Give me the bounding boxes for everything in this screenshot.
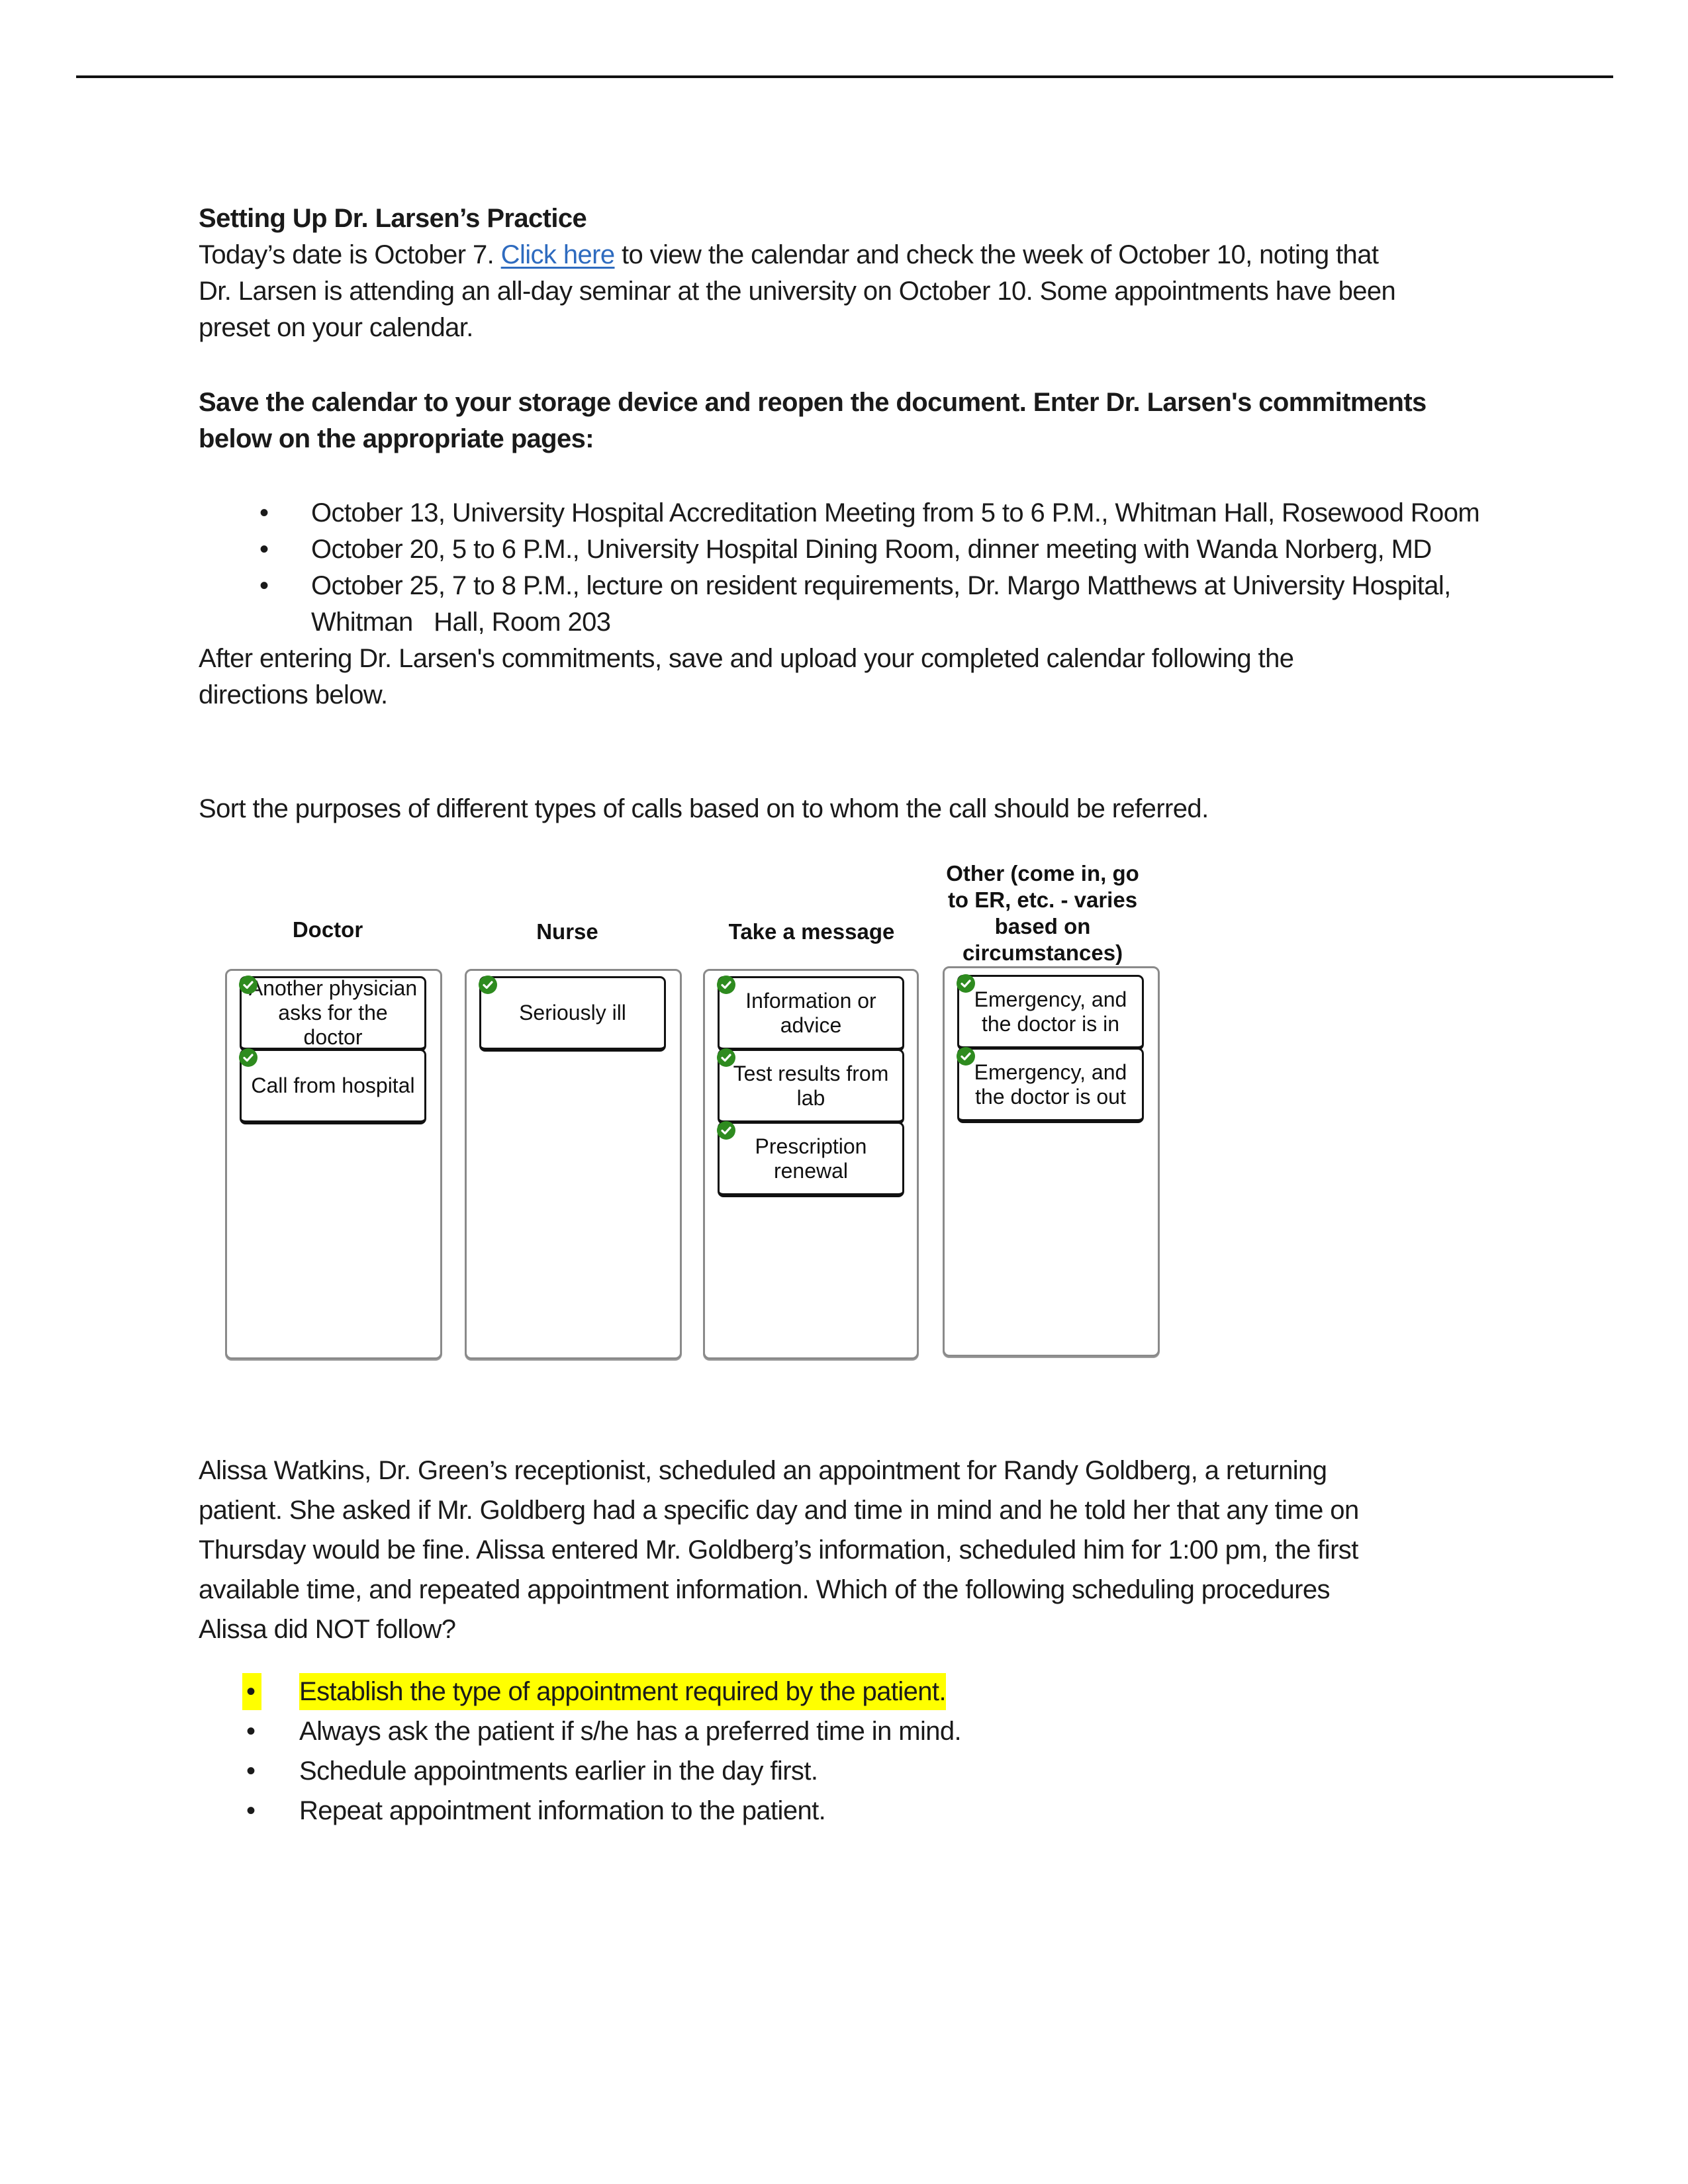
draggable-card[interactable]: Call from hospital [239, 1048, 426, 1124]
card-label-line: Seriously ill [519, 1001, 626, 1024]
header-rule [76, 75, 1613, 78]
drop-zone-doctor[interactable]: Another physician asks for the doctor Ca… [225, 969, 442, 1359]
card-label: Prescription renewal [750, 1134, 872, 1183]
calendar-link[interactable]: Click here [501, 240, 615, 269]
sort-prompt: Sort the purposes of different types of … [199, 794, 1209, 823]
answer-option-text: Schedule appointments earlier in the day… [299, 1756, 818, 1786]
draggable-card[interactable]: Information or advice [717, 976, 904, 1052]
column-heading-other: Other (come in, go to ER, etc. - varies … [930, 860, 1155, 966]
check-icon [239, 1048, 258, 1067]
check-icon [957, 974, 975, 993]
card-label-line: lab [796, 1085, 825, 1110]
card-label: Emergency, and the doctor is in [969, 987, 1133, 1036]
commitment-text: October 20, 5 to 6 P.M., University Hosp… [311, 535, 1432, 564]
bullet-icon: • [246, 1756, 256, 1786]
draggable-card[interactable]: Another physician asks for the doctor [239, 976, 426, 1052]
card-label-line: Emergency, and [974, 1060, 1127, 1084]
drop-zone-other[interactable]: Emergency, and the doctor is in Emergenc… [943, 966, 1160, 1357]
intro-line-3: preset on your calendar. [199, 313, 473, 342]
card-label: Another physician asks for the doctor [242, 976, 424, 1050]
column-heading-doctor: Doctor [238, 917, 417, 943]
card-label: Emergency, and the doctor is out [969, 1060, 1133, 1109]
scenario-line: patient. She asked if Mr. Goldberg had a… [199, 1496, 1359, 1525]
intro-line-1: Today’s date is October 7. Click here to… [199, 236, 1379, 273]
check-icon [957, 1047, 975, 1066]
bullet-icon: • [259, 498, 269, 527]
column-heading-take-message: Take a message [712, 919, 911, 945]
drop-zone-take-message[interactable]: Information or advice Test results from … [703, 969, 919, 1359]
card-label-line: the doctor is out [975, 1084, 1126, 1109]
instruction-line-1: Save the calendar to your storage device… [199, 388, 1427, 417]
bullet-icon: • [246, 1717, 256, 1746]
draggable-card[interactable]: Emergency, and the doctor is out [957, 1047, 1144, 1123]
draggable-card[interactable]: Emergency, and the doctor is in [957, 974, 1144, 1050]
intro-line-2: Dr. Larsen is attending an all-day semin… [199, 277, 1396, 306]
draggable-card[interactable]: Seriously ill [479, 976, 666, 1052]
check-icon [717, 1121, 735, 1140]
after-entering-line-1: After entering Dr. Larsen's commitments,… [199, 644, 1294, 673]
heading-line: Doctor [292, 917, 363, 942]
card-label: Information or advice [740, 989, 881, 1038]
intro-text: to view the calendar and check the week … [614, 240, 1379, 269]
scenario-line: Alissa Watkins, Dr. Green’s receptionist… [199, 1456, 1327, 1485]
card-label-line: Test results from [733, 1061, 889, 1085]
card-label-line: Information or [745, 988, 876, 1013]
bullet-icon: • [259, 571, 269, 600]
draggable-card[interactable]: Test results from lab [717, 1048, 904, 1124]
card-label-line: Call from hospital [251, 1073, 415, 1097]
drop-zone-nurse[interactable]: Seriously ill [465, 969, 682, 1359]
commitment-text: Whitman Hall, Room 203 [311, 608, 611, 637]
card-label-line: advice [780, 1013, 842, 1037]
check-icon [717, 1048, 735, 1067]
intro-text: Today’s date is October 7. [199, 240, 501, 269]
answer-option-text: Always ask the patient if s/he has a pre… [299, 1717, 962, 1746]
check-icon [239, 976, 258, 994]
heading-line: to ER, etc. - varies [947, 887, 1138, 912]
check-icon [479, 976, 497, 994]
card-label-line: the doctor is in [981, 1011, 1120, 1036]
scenario-line: available time, and repeated appointment… [199, 1575, 1331, 1604]
scenario-line: Alissa did NOT follow? [199, 1615, 456, 1644]
after-entering-line-2: directions below. [199, 680, 388, 709]
card-label-line: Emergency, and [974, 987, 1127, 1011]
instruction-line-2: below on the appropriate pages: [199, 424, 594, 453]
answer-option-text: Repeat appointment information to the pa… [299, 1796, 826, 1825]
commitment-text: October 25, 7 to 8 P.M., lecture on resi… [311, 571, 1451, 600]
card-label: Test results from lab [728, 1062, 894, 1111]
bullet-icon: • [259, 535, 269, 564]
check-icon [717, 976, 735, 994]
heading-line: circumstances) [962, 940, 1123, 965]
document-title: Setting Up Dr. Larsen’s Practice [199, 204, 587, 233]
card-label-line: Another physician [248, 976, 418, 1000]
card-label: Seriously ill [514, 1001, 632, 1025]
heading-line: Nurse [536, 919, 598, 944]
heading-line: based on [994, 914, 1091, 938]
column-heading-nurse: Nurse [478, 919, 657, 945]
answer-option-text-highlighted: Establish the type of appointment requir… [299, 1673, 947, 1710]
heading-line: Take a message [728, 919, 895, 944]
card-label: Call from hospital [246, 1073, 420, 1098]
bullet-icon: • [242, 1673, 262, 1710]
card-label-line: asks for the doctor [278, 1001, 388, 1049]
heading-line: Other (come in, go [946, 861, 1139, 886]
draggable-card[interactable]: Prescription renewal [717, 1121, 904, 1197]
commitment-text: October 13, University Hospital Accredit… [311, 498, 1480, 527]
bullet-icon: • [246, 1796, 256, 1825]
card-label-line: Prescription [755, 1134, 867, 1158]
card-label-line: renewal [773, 1158, 849, 1183]
scenario-line: Thursday would be fine. Alissa entered M… [199, 1535, 1358, 1565]
